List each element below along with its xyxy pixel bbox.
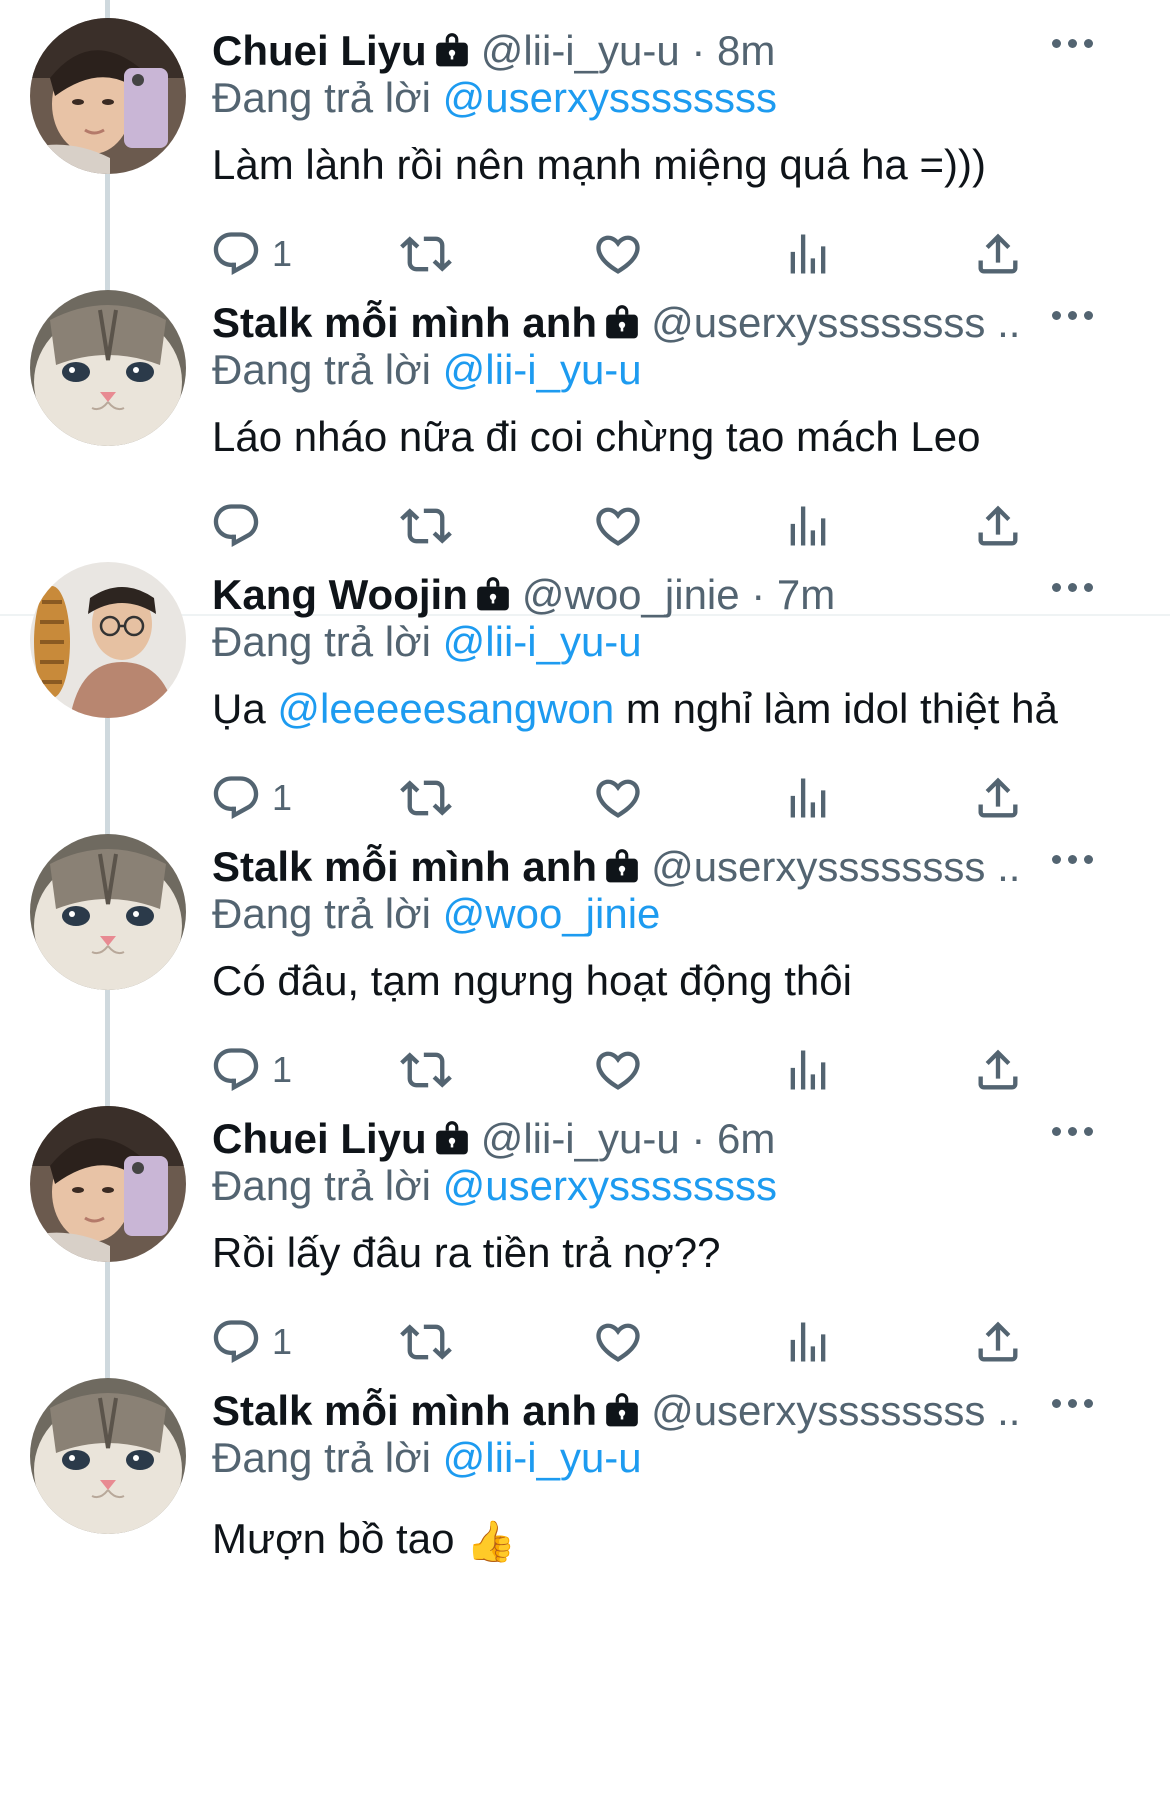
cat-avatar (30, 290, 186, 446)
replying-prefix: Đang trả lời (212, 618, 431, 665)
glasses-person-avatar (30, 562, 186, 718)
reply-tweet[interactable]: Stalk mỗi mình anh @userxyssssssss ... Đa… (0, 1360, 1170, 1672)
more-options-icon[interactable] (1052, 22, 1108, 62)
tweet-text: Làm lành rồi nên mạnh miệng quá ha =))) (212, 141, 986, 188)
more-options-icon[interactable] (1052, 294, 1108, 334)
inline-mention[interactable]: @leeeeesangwon (277, 685, 614, 732)
replying-to-line: Đang trả lời @userxyssssssss (212, 70, 777, 126)
replying-to-line: Đang trả lời @lii-i_yu-u (212, 614, 642, 670)
handle-and-time: @lii-i_yu-u · 6m (480, 1115, 776, 1162)
tweet-text: Láo nháo nữa đi coi chừng tao mách Leo (212, 413, 981, 460)
more-options-icon[interactable] (1052, 1110, 1108, 1150)
reply-to-mention[interactable]: @lii-i_yu-u (443, 618, 642, 665)
reply-tweet[interactable]: Stalk mỗi mình anh @userxyssssssss ... Đa… (0, 272, 1170, 584)
lock-icon (603, 1389, 641, 1429)
replying-to-line: Đang trả lời @woo_jinie (212, 886, 660, 942)
replying-prefix: Đang trả lời (212, 346, 431, 393)
thumbs-up-emoji: 👍 (466, 1520, 516, 1564)
handle-and-time: @woo_jinie · 7m (521, 571, 836, 618)
avatar[interactable] (30, 1106, 186, 1262)
avatar[interactable] (30, 18, 186, 174)
display-name[interactable]: Chuei Liyu (212, 27, 427, 74)
person-selfie-avatar (30, 18, 186, 174)
lock-icon (603, 301, 641, 341)
tweet-text-part: m nghỉ làm idol thiệt hả (614, 685, 1058, 732)
lock-icon (474, 573, 512, 613)
replying-to-line: Đang trả lời @lii-i_yu-u (212, 1430, 642, 1486)
lock-icon (433, 29, 471, 69)
tweet-text: Mượn bồ tao 👍 (212, 1510, 516, 1571)
avatar[interactable] (30, 1378, 186, 1534)
tweet-text: Rồi lấy đâu ra tiền trả nợ?? (212, 1229, 721, 1276)
reply-count: 1 (272, 1049, 293, 1090)
reply-tweet[interactable]: Kang Woojin @woo_jinie · 7m Đang trả lời … (0, 544, 1170, 856)
handle-and-time: @lii-i_yu-u · 8m (480, 27, 776, 74)
more-options-icon[interactable] (1052, 838, 1108, 878)
reply-count: 1 (272, 233, 293, 274)
lock-icon (603, 845, 641, 885)
tweet-text: Có đâu, tạm ngưng hoạt động thôi (212, 957, 852, 1004)
tweet-text: Ụa @leeeeesangwon m nghỉ làm idol thiệt … (212, 680, 1058, 738)
reply-to-mention[interactable]: @userxyssssssss (443, 1162, 777, 1209)
avatar[interactable] (30, 290, 186, 446)
replying-prefix: Đang trả lời (212, 890, 431, 937)
handle-and-time: @userxyssssssss ... (651, 299, 1020, 346)
reply-to-mention[interactable]: @lii-i_yu-u (443, 1434, 642, 1481)
display-name[interactable]: Kang Woojin (212, 571, 468, 618)
lock-icon (433, 1117, 471, 1157)
replying-to-line: Đang trả lời @userxyssssssss (212, 1158, 777, 1214)
replying-prefix: Đang trả lời (212, 74, 431, 121)
reply-tweet[interactable]: Chuei Liyu @lii-i_yu-u · 6m Đang trả lời … (0, 1088, 1170, 1400)
tweet-text-part: Ụa (212, 685, 278, 732)
display-name[interactable]: Chuei Liyu (212, 1115, 427, 1162)
replying-to-line: Đang trả lời @lii-i_yu-u (212, 342, 642, 398)
display-name[interactable]: Stalk mỗi mình anh (212, 299, 597, 346)
avatar[interactable] (30, 562, 186, 718)
reply-tweet[interactable]: Stalk mỗi mình anh @userxyssssssss ... Đa… (0, 816, 1170, 1128)
more-options-icon[interactable] (1052, 1382, 1108, 1422)
display-name[interactable]: Stalk mỗi mình anh (212, 843, 597, 890)
more-options-icon[interactable] (1052, 566, 1108, 606)
reply-to-mention[interactable]: @userxyssssssss (443, 74, 777, 121)
display-name[interactable]: Stalk mỗi mình anh (212, 1387, 597, 1434)
reply-count: 1 (272, 1321, 293, 1362)
replying-prefix: Đang trả lời (212, 1162, 431, 1209)
handle-and-time: @userxyssssssss ... (651, 1387, 1020, 1434)
handle-and-time: @userxyssssssss ... (651, 843, 1020, 890)
tweet-text-part: Mượn bồ tao (212, 1515, 455, 1562)
reply-to-mention[interactable]: @woo_jinie (443, 890, 661, 937)
replying-prefix: Đang trả lời (212, 1434, 431, 1481)
person-selfie-avatar (30, 1106, 186, 1262)
cat-avatar (30, 834, 186, 990)
cat-avatar (30, 1378, 186, 1534)
reply-count: 1 (272, 777, 293, 818)
avatar[interactable] (30, 834, 186, 990)
reply-tweet[interactable]: Chuei Liyu @lii-i_yu-u · 8m Đang trả lời … (0, 0, 1170, 312)
reply-to-mention[interactable]: @lii-i_yu-u (443, 346, 642, 393)
